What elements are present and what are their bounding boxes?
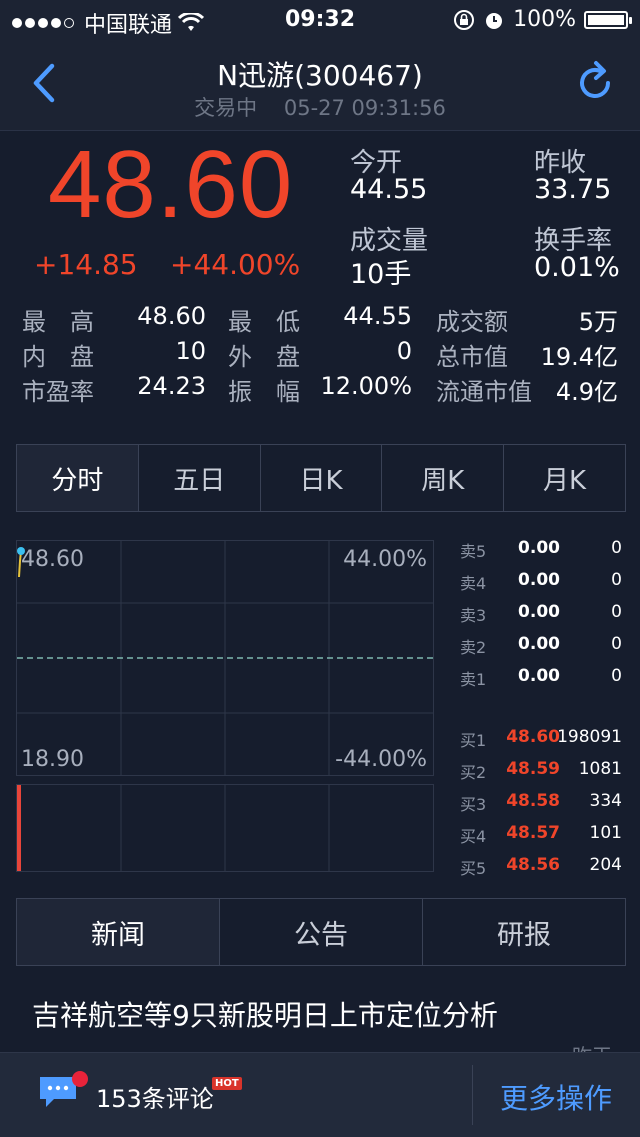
ask-5-price: 0.00 [518, 538, 560, 558]
trade-status: 交易中 05-27 09:31:56 [0, 92, 640, 122]
tab-monthly-k[interactable]: 月K [504, 445, 625, 511]
ask-2-price: 0.00 [518, 634, 560, 654]
nav-bar: N迅游(300467) 交易中 05-27 09:31:56 [0, 40, 640, 131]
volume-value: 10手 [350, 259, 412, 290]
high-value: 48.60 [137, 302, 206, 330]
amount-label: 成交额 [436, 308, 508, 336]
chart-grid [17, 541, 433, 775]
tab-news[interactable]: 新闻 [17, 899, 220, 965]
refresh-button[interactable] [572, 60, 618, 106]
hot-badge: HOT [212, 1077, 242, 1090]
tab-five-day[interactable]: 五日 [139, 445, 261, 511]
chart-price-low: 18.90 [21, 747, 84, 772]
outer-value: 0 [396, 337, 412, 365]
ask-3-price: 0.00 [518, 602, 560, 622]
low-value: 44.55 [343, 302, 412, 330]
low-label: 最 低 [228, 308, 300, 336]
intraday-chart[interactable]: 48.60 44.00% 18.90 -44.00% [16, 540, 434, 776]
amplitude-label: 振 幅 [228, 378, 300, 406]
news-headline[interactable]: 吉祥航空等9只新股明日上市定位分析 [32, 994, 498, 1034]
pe-value: 24.23 [137, 372, 206, 400]
chart-pct-low: -44.00% [335, 747, 427, 772]
status-right: 100% [453, 7, 632, 32]
status-bar: 中国联通 09:32 100% [0, 0, 640, 40]
high-label: 最 高 [22, 308, 94, 336]
tab-weekly-k[interactable]: 周K [382, 445, 505, 511]
tab-daily-k[interactable]: 日K [261, 445, 383, 511]
stock-title: N迅游(300467) [217, 59, 423, 92]
bottom-bar: 153条评论 HOT 更多操作 [0, 1052, 640, 1137]
prev-close-value: 33.75 [534, 174, 612, 205]
ask-4-volume: 0 [611, 570, 622, 590]
bid-4-volume: 101 [589, 823, 622, 843]
float-cap-label: 流通市值 [436, 378, 532, 406]
ask-4-price: 0.00 [518, 570, 560, 590]
mktcap-label: 总市值 [436, 343, 508, 371]
trade-datetime: 05-27 09:31:56 [283, 96, 446, 120]
notification-dot [72, 1071, 88, 1087]
comments-button[interactable]: 153条评论 [96, 1079, 214, 1114]
float-cap-value: 4.9亿 [555, 378, 618, 406]
bid-5-volume: 204 [589, 855, 622, 875]
inner-value: 10 [175, 337, 206, 365]
ask-5-volume: 0 [611, 538, 622, 558]
bid-1-price: 48.60 [506, 727, 560, 747]
bid-3-volume: 334 [589, 791, 622, 811]
ask-2-volume: 0 [611, 634, 622, 654]
trade-status-text: 交易中 [194, 96, 258, 120]
chart-price-high: 48.60 [21, 547, 84, 572]
amplitude-value: 12.00% [320, 372, 412, 400]
ask-1-volume: 0 [611, 666, 622, 686]
volume-bar [17, 785, 21, 871]
chart-pct-high: 44.00% [343, 547, 427, 572]
chart-tabs: 分时 五日 日K 周K 月K [16, 444, 626, 512]
bid-4-price: 48.57 [506, 823, 560, 843]
rotation-lock-icon [454, 9, 475, 30]
bid-2-price: 48.59 [506, 759, 560, 779]
tab-intraday[interactable]: 分时 [17, 445, 139, 511]
battery-icon [584, 10, 632, 29]
price-change-pct: +44.00% [170, 248, 301, 281]
tab-announcements[interactable]: 公告 [220, 899, 423, 965]
price-change: +14.85 [34, 248, 138, 281]
more-actions-button[interactable]: 更多操作 [472, 1077, 640, 1117]
inner-label: 内 盘 [22, 343, 94, 371]
alarm-icon [486, 12, 503, 29]
bid-5-price: 48.56 [506, 855, 560, 875]
battery-percent: 100% [513, 7, 576, 32]
mktcap-value: 19.4亿 [540, 343, 618, 371]
outer-label: 外 盘 [228, 343, 300, 371]
bid-1-volume: 198091 [557, 727, 622, 747]
open-value: 44.55 [350, 174, 428, 205]
volume-chart [16, 784, 434, 872]
amount-value: 5万 [578, 308, 618, 336]
tab-research[interactable]: 研报 [423, 899, 625, 965]
ask-1-price: 0.00 [518, 666, 560, 686]
ask-3-volume: 0 [611, 602, 622, 622]
bid-3-price: 48.58 [506, 791, 560, 811]
news-tabs: 新闻 公告 研报 [16, 898, 626, 966]
bid-2-volume: 1081 [578, 759, 622, 779]
pe-label: 市盈率 [22, 378, 94, 406]
turnover-value: 0.01% [534, 252, 620, 283]
current-price: 48.60 [48, 131, 294, 238]
